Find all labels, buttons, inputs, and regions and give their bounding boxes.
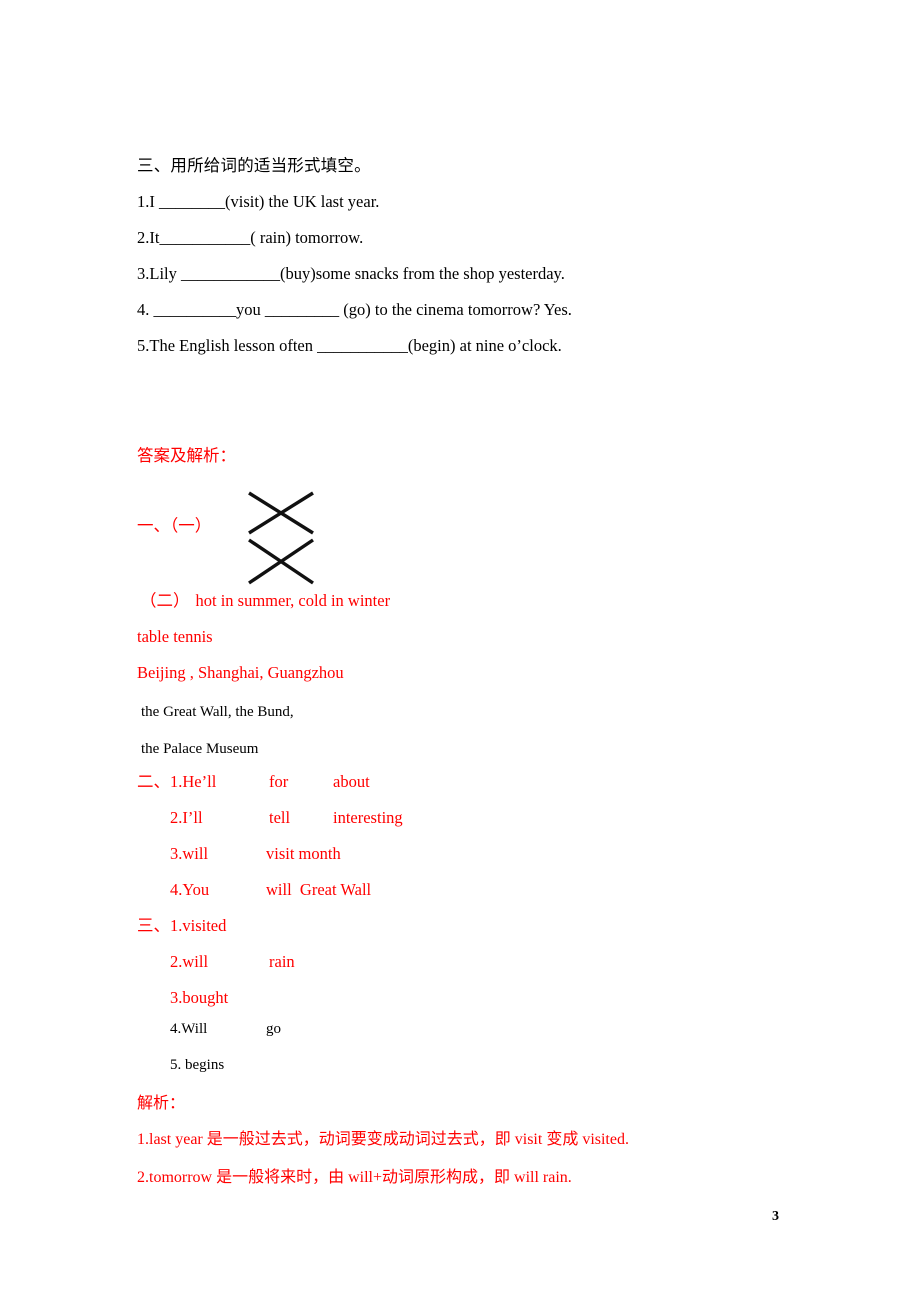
answer-two-row-2-c2: tell [269, 808, 291, 827]
answer-line-landmarks-2: the Palace Museum [141, 741, 259, 757]
answer-three-row-4-c2: go [266, 1021, 281, 1037]
answer-section-one-label: 一、（一） [137, 516, 212, 535]
exercise-item-4: 4. __________you _________ (go) to the c… [137, 300, 572, 319]
answer-three-row-3-num: 3.bought [170, 988, 229, 1007]
exercise-item-1: 1.I ________(visit) the UK last year. [137, 192, 380, 211]
exercise-item-2: 2.It___________( rain) tomorrow. [137, 228, 364, 247]
answer-line-table-tennis: table tennis [137, 627, 213, 646]
answer-section-three-label: 三、 [137, 916, 170, 935]
answers-heading: 答案及解析： [137, 446, 236, 465]
explanation-item-1: 1.last year 是一般过去式，动词要变成动词过去式，即 visit 变成… [137, 1131, 629, 1148]
answer-three-row-2-num: 2.will [170, 952, 209, 971]
exercise-heading: 三、用所给词的适当形式填空。 [137, 156, 371, 175]
answer-two-row-4-c2: will Great Wall [266, 880, 372, 899]
document-page: 三、用所给词的适当形式填空。 1.I ________(visit) the U… [0, 0, 920, 1302]
answer-three-row-1-num: 1.visited [170, 916, 227, 935]
answer-two-row-3-c2: visit month [266, 844, 341, 863]
answer-two-row-1-num: 1.He’ll [170, 772, 217, 791]
part-two-label: （二） [140, 591, 190, 610]
exercise-item-5: 5.The English lesson often ___________(b… [137, 336, 562, 355]
answer-two-row-1-c3: about [333, 772, 370, 791]
page-number: 3 [772, 1209, 779, 1224]
explanation-item-2: 2.tomorrow 是一般将来时，由 will+动词原形构成，即 will r… [137, 1169, 572, 1186]
answer-three-row-4-num: 4.Will [170, 1021, 208, 1037]
answer-two-row-3-num: 3.will [170, 844, 209, 863]
answer-section-two-label: 二、 [137, 772, 170, 791]
answer-section-one-part-two: （二） hot in summer, cold in winter [140, 591, 391, 610]
explanation-heading: 解析： [137, 1095, 186, 1112]
answer-three-row-5-num: 5. begins [170, 1057, 225, 1073]
part-two-text: hot in summer, cold in winter [195, 591, 391, 610]
answer-three-row-2-c2: rain [269, 952, 295, 971]
exercise-item-3: 3.Lily ____________(buy)some snacks from… [137, 264, 565, 283]
answer-two-row-2-num: 2.I’ll [170, 808, 203, 827]
answer-line-cities: Beijing , Shanghai, Guangzhou [137, 663, 344, 682]
answer-line-landmarks-1: the Great Wall, the Bund, [141, 704, 294, 720]
matching-lines-drawing [244, 488, 320, 588]
answer-two-row-2-c3: interesting [333, 808, 403, 827]
answer-two-row-1-c2: for [269, 772, 289, 791]
answer-two-row-4-num: 4.You [170, 880, 210, 899]
